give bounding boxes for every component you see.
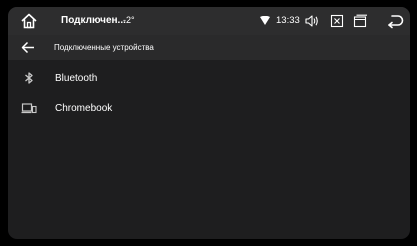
app-title: Подключен... <box>61 15 126 26</box>
clock: 13:33 <box>276 15 300 26</box>
back-arrow-icon[interactable] <box>386 13 405 29</box>
home-icon[interactable] <box>20 12 38 30</box>
wifi-icon <box>260 16 270 25</box>
page-title: Подключенные устройства <box>54 43 154 52</box>
window-icon[interactable] <box>353 14 367 28</box>
volume-icon[interactable] <box>304 13 320 29</box>
list-item-chromebook[interactable]: Chromebook <box>8 95 410 121</box>
device-label: Chromebook <box>55 103 113 114</box>
status-bar: Подключен... -2° 13:33 <box>8 7 410 35</box>
list-item-bluetooth[interactable]: Bluetooth <box>8 65 410 91</box>
laptop-phone-icon <box>21 100 37 116</box>
bluetooth-icon <box>21 70 37 86</box>
temperature-readout: -2° <box>123 15 135 25</box>
app-toolbar: Подключенные устройства <box>8 35 410 60</box>
close-box-icon[interactable] <box>330 14 344 28</box>
arrow-left-icon[interactable] <box>21 41 35 54</box>
device-label: Bluetooth <box>55 73 98 84</box>
device-frame: Подключен... -2° 13:33 Подключенные устр… <box>0 0 417 246</box>
screen: Подключен... -2° 13:33 Подключенные устр… <box>8 7 410 239</box>
